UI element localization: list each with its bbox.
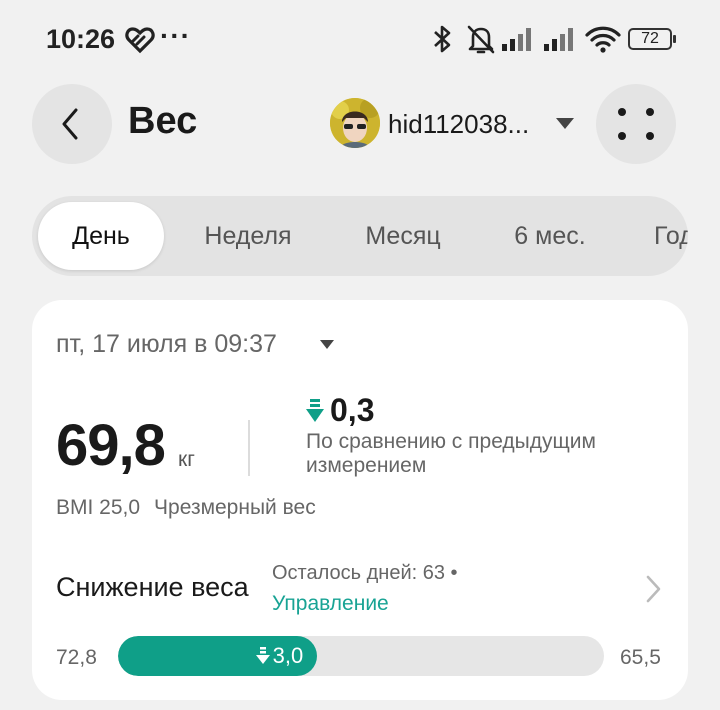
- battery-icon: 72: [628, 28, 676, 50]
- bmi-info: BMI 25,0 Чрезмерный вес: [56, 496, 316, 520]
- weight-delta: 0,3: [330, 392, 375, 428]
- caret-down-icon[interactable]: [320, 340, 334, 349]
- more-notifications-icon: ···: [160, 20, 191, 51]
- tab-6-months[interactable]: 6 мес.: [488, 202, 612, 270]
- bmi-status: Чрезмерный вес: [154, 496, 316, 519]
- tab-week[interactable]: Неделя: [182, 202, 314, 270]
- wifi-icon: [585, 26, 621, 53]
- battery-level: 72: [641, 30, 659, 47]
- tab-month[interactable]: Месяц: [338, 202, 468, 270]
- signal-icon: [502, 28, 531, 51]
- goal-progress-label: 3,0: [255, 636, 318, 676]
- more-options-button[interactable]: [596, 84, 676, 164]
- delta-caption: По сравнению с предыдущим измерением: [306, 430, 596, 477]
- chevron-right-icon[interactable]: [644, 574, 662, 604]
- heart-icon: [125, 27, 155, 54]
- weight-summary-card: пт, 17 июля в 09:37 69,8 кг 0,3 По сравн…: [32, 300, 688, 700]
- weight-unit: кг: [178, 448, 195, 471]
- arrow-down-icon: [306, 399, 324, 422]
- page-title: Вес: [128, 100, 198, 142]
- status-time: 10:26: [46, 24, 116, 54]
- back-button[interactable]: [32, 84, 112, 164]
- goal-start-weight: 72,8: [56, 646, 97, 669]
- measurement-date[interactable]: пт, 17 июля в 09:37: [56, 330, 277, 359]
- bluetooth-icon: [434, 25, 451, 53]
- divider: [248, 420, 250, 476]
- goal-progress-value: 3,0: [272, 643, 304, 668]
- tab-year[interactable]: Год: [638, 202, 688, 270]
- goal-progress-bar: 3,0: [118, 636, 604, 676]
- weight-value: 69,8: [56, 413, 166, 478]
- bmi-value: BMI 25,0: [56, 496, 141, 519]
- avatar: [330, 98, 380, 148]
- signal-icon: [544, 28, 573, 51]
- arrow-down-icon: [255, 647, 270, 664]
- chevron-left-icon: [62, 108, 78, 140]
- goal-target-weight: 65,5: [620, 646, 661, 669]
- caret-down-icon: [556, 118, 574, 129]
- goal-manage-link[interactable]: Управление: [272, 592, 389, 616]
- mute-icon: [467, 25, 495, 54]
- goal-progress-fill: 3,0: [118, 636, 318, 676]
- goal-days-left: Осталось дней: 63 •: [272, 562, 458, 584]
- status-bar: 10:26 ··· 72: [0, 0, 720, 80]
- tab-day[interactable]: День: [38, 202, 164, 270]
- goal-title: Снижение веса: [56, 572, 249, 602]
- account-name: hid112038...: [388, 109, 530, 139]
- period-tabs: День Неделя Месяц 6 мес. Год: [32, 196, 688, 276]
